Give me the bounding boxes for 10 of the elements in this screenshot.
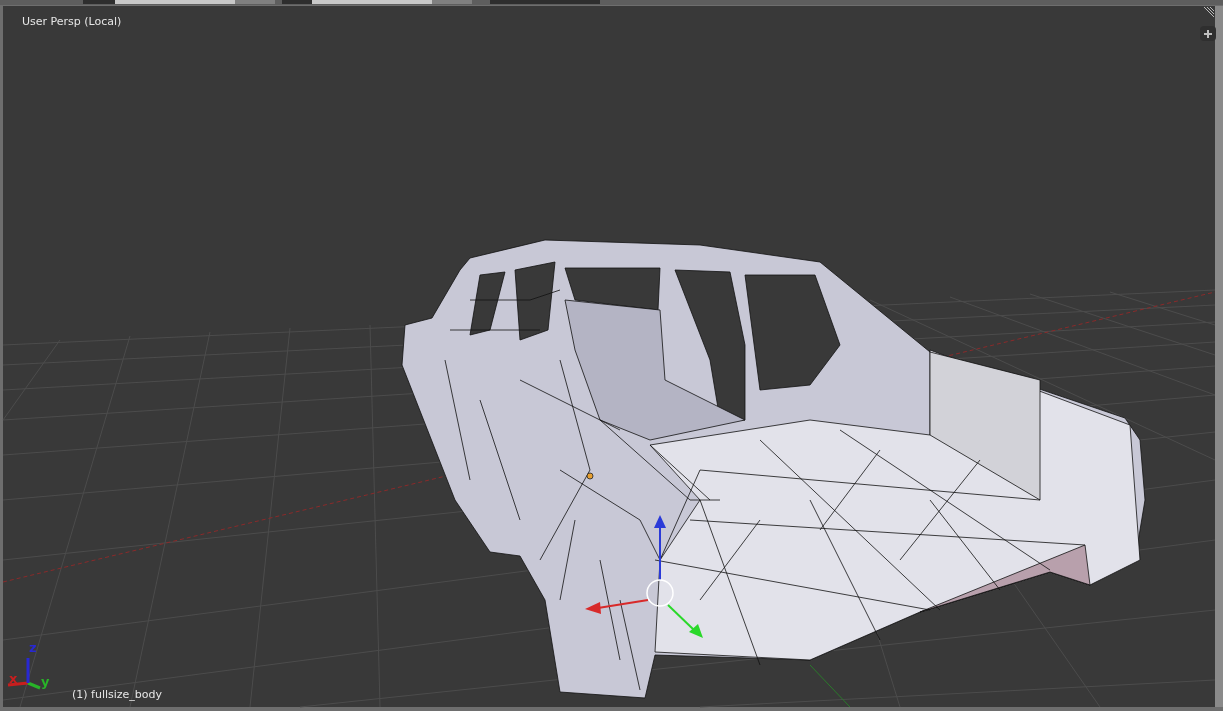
axis-letter: z	[29, 642, 37, 654]
view-label: User Persp (Local)	[22, 15, 122, 28]
y-axis-line	[809, 664, 851, 708]
object-label: (1) fullsize_body	[72, 688, 163, 701]
corner-resize-icon[interactable]	[1203, 6, 1215, 18]
add-panel-button[interactable]	[1200, 26, 1216, 41]
object-origin-icon	[586, 472, 594, 480]
axis-letter: y	[41, 676, 50, 688]
axis-letter: x	[9, 673, 18, 685]
plus-icon	[1204, 29, 1212, 38]
